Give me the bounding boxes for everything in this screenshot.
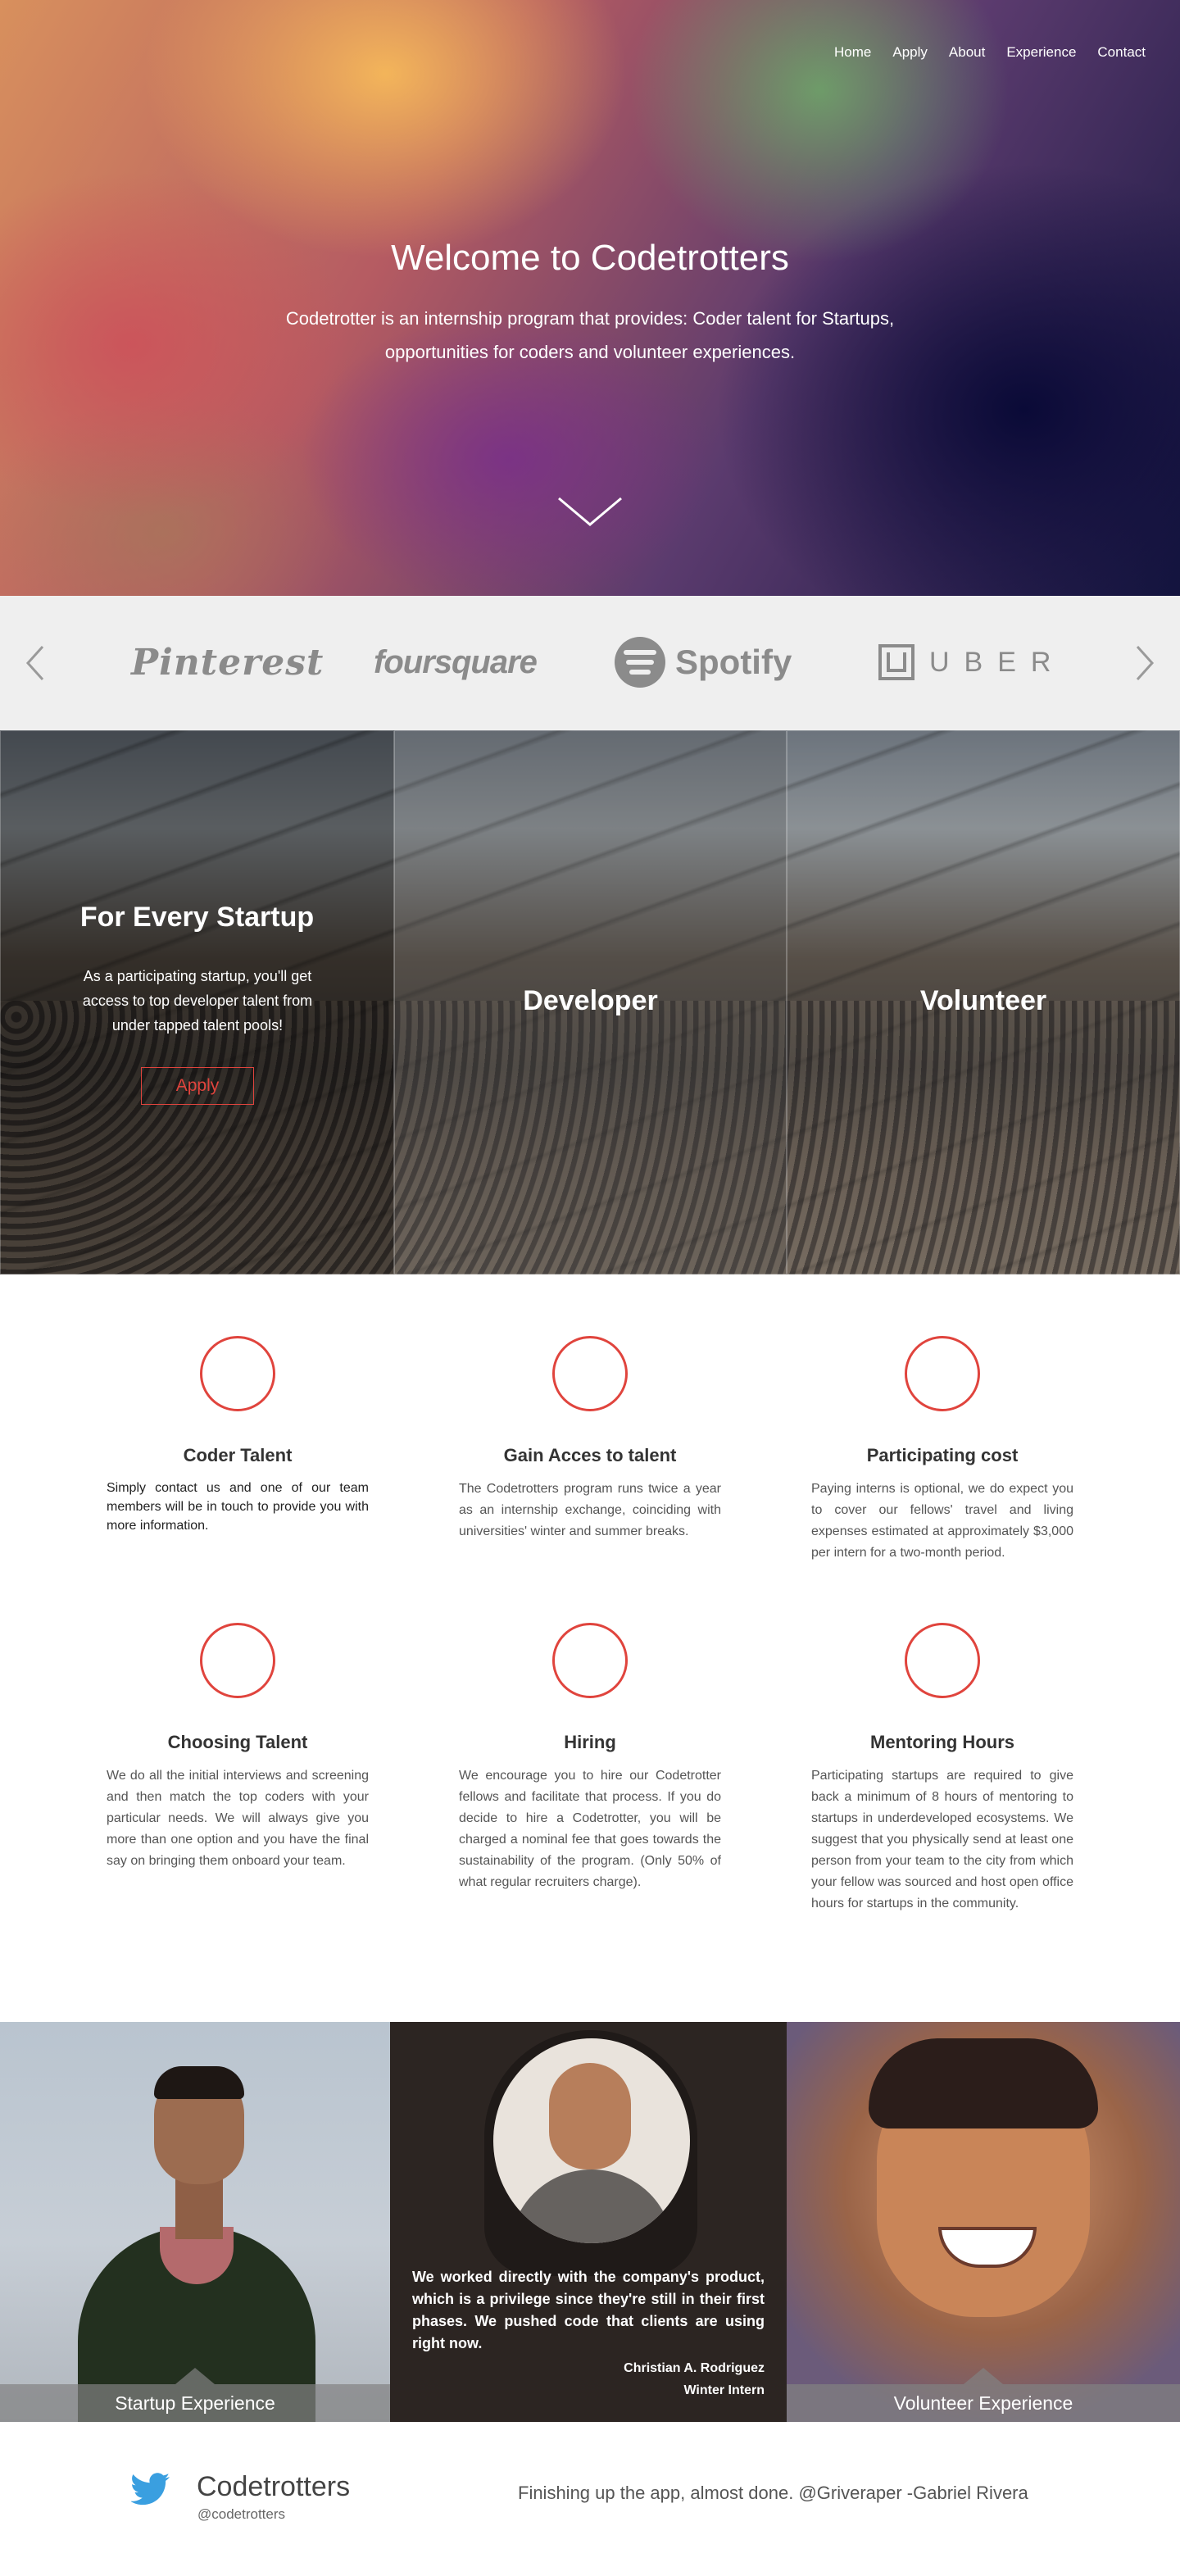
main-nav: Home Apply About Experience Contact (834, 44, 1146, 61)
volunteer-experience-caption: Volunteer Experience (787, 2384, 1180, 2422)
nav-contact[interactable]: Contact (1097, 44, 1146, 61)
spotify-icon (615, 637, 665, 688)
twitter-account-name[interactable]: Codetrotters (197, 2471, 350, 2503)
intern-avatar (493, 2038, 690, 2243)
uber-wordmark: UBER (929, 646, 1066, 678)
foursquare-logo: foursquare (374, 643, 538, 680)
feature-title: Mentoring Hours (870, 1732, 1014, 1752)
feature-circle-icon (905, 1336, 980, 1411)
feature-circle-icon (552, 1623, 628, 1698)
nav-about[interactable]: About (949, 44, 985, 61)
feature-text: We do all the initial interviews and scr… (107, 1769, 369, 1868)
panel-startup-title: For Every Startup (79, 902, 315, 933)
twitter-handle[interactable]: @codetrotters (197, 2506, 285, 2523)
testimonial-role: Winter Intern (683, 2383, 765, 2397)
feature-title: Hiring (564, 1732, 616, 1752)
volunteer-experience-card[interactable]: Volunteer Experience (787, 2022, 1180, 2422)
feature-circle-icon (200, 1336, 275, 1411)
feature-circle-icon (200, 1623, 275, 1698)
twitter-bird-icon[interactable] (131, 2473, 170, 2506)
nav-home[interactable]: Home (834, 44, 871, 61)
hero-section: Home Apply About Experience Contact Welc… (0, 0, 1180, 596)
hero-subtitle: Codetrotter is an internship program tha… (285, 308, 895, 362)
uber-icon (878, 644, 914, 680)
twitter-feed: Codetrotters @codetrotters Finishing up … (0, 2422, 1180, 2576)
feature-text: We encourage you to hire our Codetrotter… (459, 1769, 721, 1889)
feature-title: Choosing Talent (167, 1732, 308, 1752)
feature-title: Gain Acces to talent (503, 1445, 677, 1465)
nav-experience[interactable]: Experience (1006, 44, 1076, 61)
panel-developer-title: Developer (523, 985, 658, 1016)
nav-apply[interactable]: Apply (892, 44, 928, 61)
feature-text: Paying interns is optional, we do expect… (811, 1482, 1073, 1560)
feature-title: Participating cost (866, 1445, 1019, 1465)
person-hair (154, 2066, 244, 2099)
person-hair (869, 2038, 1098, 2128)
panel-volunteer-title: Volunteer (919, 985, 1047, 1016)
chevron-right-icon[interactable] (1132, 638, 1157, 688)
feature-circle-icon (552, 1336, 628, 1411)
spotify-logo: Spotify (615, 634, 792, 691)
latest-tweet: Finishing up the app, almost done. @Griv… (518, 2483, 1028, 2503)
testimonial-author: Christian A. Rodriguez (624, 2361, 765, 2375)
chevron-left-icon[interactable] (23, 638, 48, 688)
caption-notch (175, 2368, 215, 2384)
pinterest-logo: Pinterest (131, 641, 324, 684)
uber-logo: UBER (878, 634, 1065, 691)
feature-text: Simply contact us and one of our team me… (107, 1481, 369, 1533)
hero-title: Welcome to Codetrotters (391, 238, 789, 278)
audience-panels: For Every Startup As a participating sta… (0, 730, 1180, 1274)
partner-logos-carousel: Pinterest foursquare Spotify UBER (0, 596, 1180, 730)
feature-text: The Codetrotters program runs twice a ye… (459, 1482, 721, 1538)
feature-circle-icon (905, 1623, 980, 1698)
spotify-wordmark: Spotify (675, 643, 792, 681)
intern-quote-card: We worked directly with the company's pr… (390, 2022, 787, 2422)
panel-volunteer[interactable]: Volunteer (787, 730, 1180, 1274)
testimonials-section: Startup Experience We worked directly wi… (0, 2022, 1180, 2422)
apply-button[interactable]: Apply (141, 1067, 254, 1105)
chevron-down-icon[interactable] (557, 495, 623, 528)
panel-startup-text: As a participating startup, you'll get a… (82, 968, 313, 1034)
feature-text: Participating startups are required to g… (811, 1769, 1073, 1910)
startup-experience-caption: Startup Experience (0, 2384, 390, 2422)
panel-developer[interactable]: Developer (394, 730, 787, 1274)
startup-experience-card[interactable]: Startup Experience (0, 2022, 390, 2422)
panel-startup: For Every Startup As a participating sta… (0, 730, 394, 1274)
caption-notch (964, 2368, 1003, 2384)
testimonial-quote: We worked directly with the company's pr… (412, 2269, 765, 2351)
feature-title: Coder Talent (183, 1445, 293, 1465)
